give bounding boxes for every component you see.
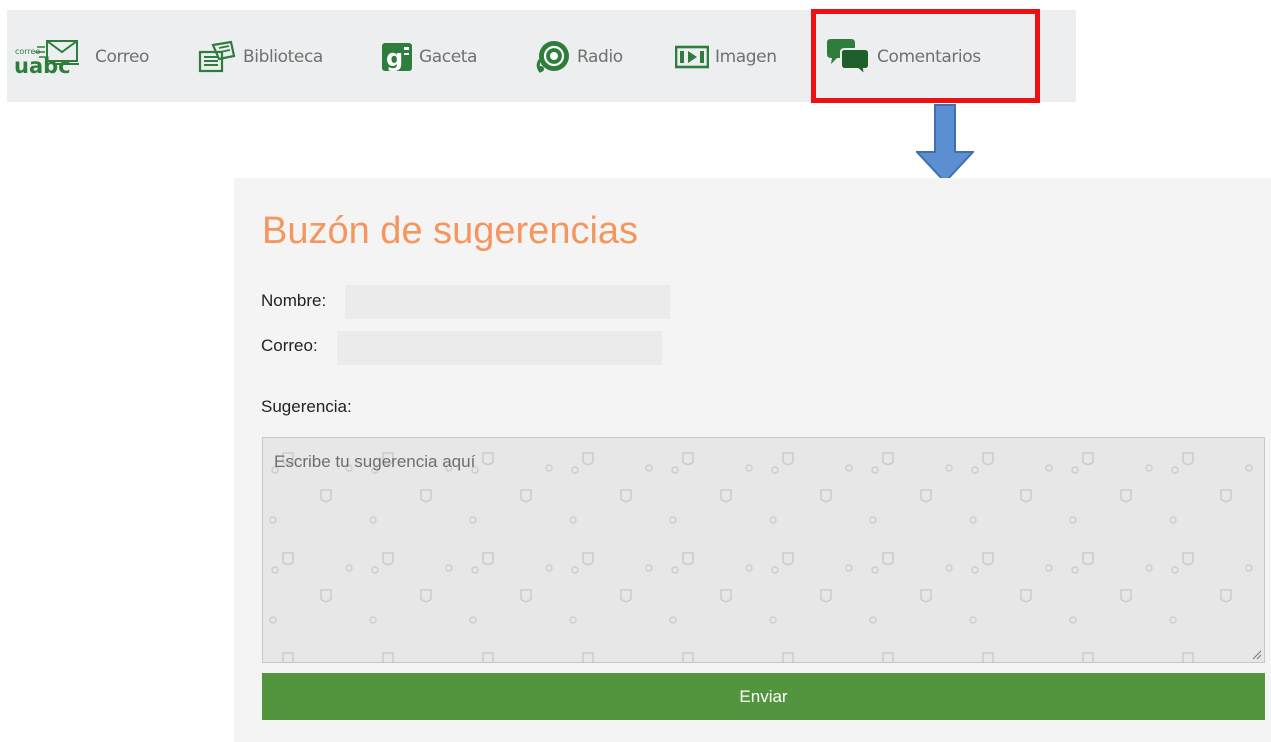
gaceta-icon: g (381, 40, 413, 74)
correo-uabc-logo-icon: correo uabc (13, 37, 89, 77)
suggestion-textarea-container (262, 437, 1265, 663)
nav-item-correo[interactable]: correo uabc Correo (13, 34, 149, 80)
suggestion-textarea[interactable] (263, 438, 1264, 662)
suggestion-form-panel: Buzón de sugerencias Nombre: Correo: Sug… (234, 178, 1271, 742)
suggestion-label: Sugerencia: (261, 397, 352, 416)
nav-item-radio[interactable]: Radio (533, 34, 623, 80)
nav-label: Correo (95, 47, 150, 67)
name-input[interactable] (345, 285, 670, 319)
nav-label: Imagen (715, 47, 777, 67)
down-arrow-icon (914, 104, 976, 189)
highlight-box (811, 9, 1040, 103)
name-label: Nombre: (261, 291, 327, 310)
email-input[interactable] (337, 331, 662, 365)
film-icon (675, 45, 709, 69)
nav-label: Biblioteca (243, 47, 323, 67)
svg-text:g: g (386, 44, 403, 72)
submit-button[interactable]: Enviar (262, 673, 1265, 720)
email-label: Correo: (261, 336, 318, 355)
form-title: Buzón de sugerencias (262, 210, 639, 252)
nav-item-gaceta[interactable]: g Gaceta (381, 34, 477, 80)
nav-label: Gaceta (419, 47, 478, 67)
nav-item-imagen[interactable]: Imagen (675, 34, 777, 80)
radio-icon (533, 38, 571, 76)
nav-label: Radio (577, 47, 623, 67)
library-icon (197, 40, 237, 74)
nav-item-biblioteca[interactable]: Biblioteca (197, 34, 323, 80)
resize-handle-icon[interactable] (1251, 649, 1262, 660)
